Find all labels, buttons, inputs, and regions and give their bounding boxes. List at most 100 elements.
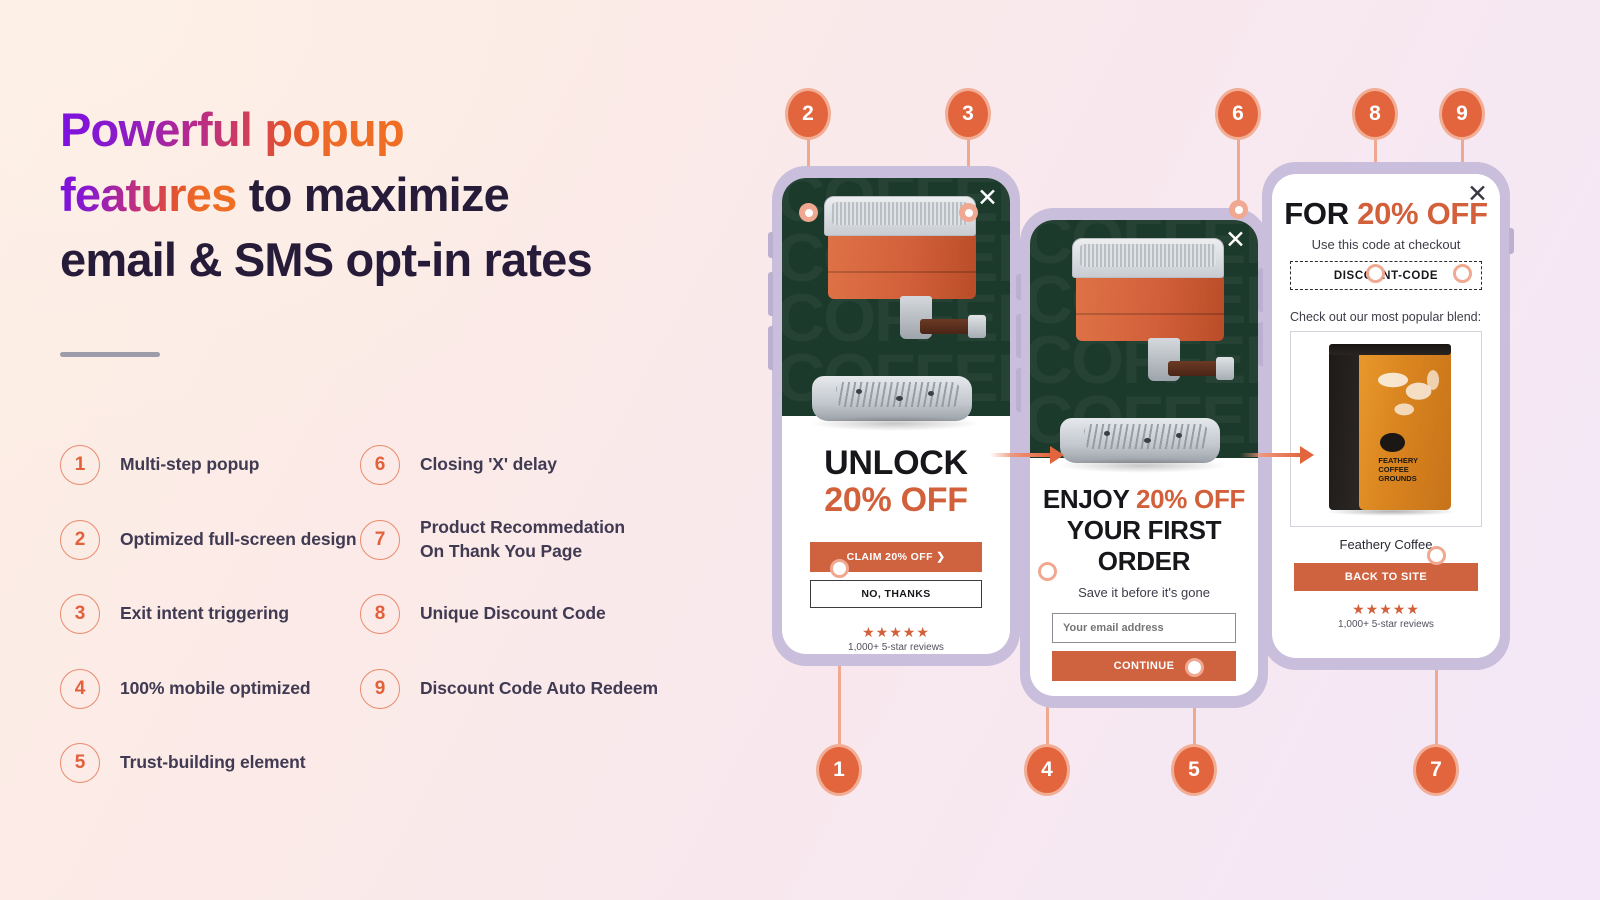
feature-label: Closing 'X' delay [420,454,557,475]
popup2-title-enjoy: ENJOY [1042,484,1136,514]
title-divider [60,352,160,357]
callout-badge-1[interactable]: 1 [816,744,862,796]
star-rating: ★★★★★ [1352,601,1420,617]
phone-side-button [768,232,773,258]
feature-item-2[interactable]: 2 Optimized full-screen design [60,503,360,578]
machine-shadow [808,416,980,431]
phone-side-button [1016,368,1021,412]
feature-item-5[interactable]: 5 Trust-building element [60,726,360,801]
feature-number-badge: 3 [60,594,100,635]
coffee-bean-logo-icon [1380,432,1405,453]
email-input[interactable] [1052,613,1236,643]
phone-screen: COFFEE COFFEE COFFEE COFFEE ✕ [1030,220,1258,696]
feature-item-9[interactable]: 9 Discount Code Auto Redeem [360,652,690,727]
callout-anchor-4 [1038,562,1057,581]
callout-anchor-5 [1185,658,1204,677]
product-image-frame[interactable]: FEATHERY COFFEE GROUNDS [1290,331,1482,527]
phone-side-button [1016,274,1021,300]
headline-line-3: email & SMS opt-in rates [60,232,593,286]
feature-number-badge: 5 [60,743,100,784]
callout-badge-5[interactable]: 5 [1171,744,1217,796]
machine-tray-hole [1176,433,1182,438]
feature-item-3[interactable]: 3 Exit intent triggering [60,577,360,652]
callout-badge-9[interactable]: 9 [1439,88,1485,140]
feature-item-8[interactable]: 8 Unique Discount Code [360,577,690,652]
machine-tray-hole [1104,430,1110,436]
machine-portafilter-handle [968,315,986,338]
callout-anchor-6 [1229,200,1248,219]
feature-number-badge: 9 [360,668,400,709]
griffin-logo-icon [1368,359,1449,429]
close-icon[interactable]: ✕ [1225,228,1246,253]
machine-seam [828,271,976,273]
callout-badge-3[interactable]: 3 [945,88,991,140]
close-icon[interactable]: ✕ [977,186,998,211]
machine-shadow [1056,458,1228,473]
callout-anchor-2 [799,203,818,222]
review-count-label: 1,000+ 5-star reviews [1338,619,1434,630]
popup2-subtitle: Save it before it's gone [1078,585,1210,600]
callout-anchor-8 [1366,264,1385,283]
coffee-bag-top-fold [1329,343,1451,356]
phone-side-button [1258,322,1263,366]
machine-cup-grill [1080,244,1216,267]
headline-line-2-accent: features [60,167,237,221]
page-title: Powerful popup features to maximize emai… [60,98,720,293]
feature-number-badge: 1 [60,445,100,486]
feature-label: Unique Discount Code [420,603,606,624]
machine-cup-grill [832,202,968,225]
popup3-subtitle: Use this code at checkout [1311,237,1461,252]
phone-side-button [768,272,773,316]
brand-line-3: GROUNDS [1378,474,1417,484]
callout-badge-7[interactable]: 7 [1413,744,1459,796]
close-icon[interactable]: ✕ [1467,182,1488,207]
continue-button[interactable]: CONTINUE [1052,651,1236,681]
machine-seam [1076,313,1224,315]
feature-number-badge: 7 [360,519,400,560]
popup1-title-line2: 20% OFF [824,481,968,519]
headline-line-2-rest: to maximize [236,167,510,221]
callout-badge-2[interactable]: 2 [785,88,831,140]
machine-tray-slots [836,382,960,408]
phone-screen: ✕ FOR 20% OFF Use this code at checkout … [1272,174,1500,658]
flow-arrow-2-to-3 [1240,453,1302,457]
feature-list: 1 Multi-step popup 2 Optimized full-scre… [60,428,720,801]
feature-number-badge: 4 [60,668,100,709]
feature-number-badge: 6 [360,445,400,486]
product-brand-text: FEATHERY COFFEE GROUNDS [1378,456,1454,483]
feature-item-4[interactable]: 4 100% mobile optimized [60,652,360,727]
feature-label: 100% mobile optimized [120,677,311,698]
machine-tray-slots [1084,424,1208,450]
callout-badge-6[interactable]: 6 [1215,88,1261,140]
flow-arrow-2-to-3-head [1300,446,1314,464]
popup1-title-line1: UNLOCK [824,444,968,482]
feature-label: Optimized full-screen design [120,528,357,549]
popup2-title-discount: 20% OFF [1135,484,1246,514]
review-count-label: 1,000+ 5-star reviews [848,642,944,653]
feature-item-7[interactable]: 7 Product Recommedation On Thank You Pag… [360,503,690,578]
machine-head [1076,270,1224,341]
phone-side-button [768,326,773,370]
callout-badge-8[interactable]: 8 [1352,88,1398,140]
feature-item-1[interactable]: 1 Multi-step popup [60,428,360,503]
phone-mockup-3: ✕ FOR 20% OFF Use this code at checkout … [1258,162,1514,670]
popup2-title-line2: YOUR FIRST ORDER [1066,515,1222,576]
phone-side-button [1016,314,1021,358]
machine-tray-hole [1144,438,1151,443]
feature-label: Product Recommedation On Thank You Page [420,517,626,561]
popup3-title: FOR 20% OFF [1272,196,1500,232]
machine-portafilter-handle [1216,357,1234,380]
machine-tray-hole [928,391,934,396]
machine-head [828,228,976,299]
feature-label: Multi-step popup [120,454,260,475]
feature-column-left: 1 Multi-step popup 2 Optimized full-scre… [60,428,360,801]
callout-badge-4[interactable]: 4 [1024,744,1070,796]
flow-arrow-1-to-2 [990,453,1052,457]
callout-anchor-1 [830,559,849,578]
phone-side-button [1509,228,1514,254]
no-thanks-button[interactable]: NO, THANKS [810,580,982,608]
poster-canvas: Powerful popup features to maximize emai… [0,0,1600,900]
back-to-site-button[interactable]: BACK TO SITE [1294,563,1478,591]
feature-label: Discount Code Auto Redeem [420,677,658,698]
feature-item-6[interactable]: 6 Closing 'X' delay [360,428,690,503]
